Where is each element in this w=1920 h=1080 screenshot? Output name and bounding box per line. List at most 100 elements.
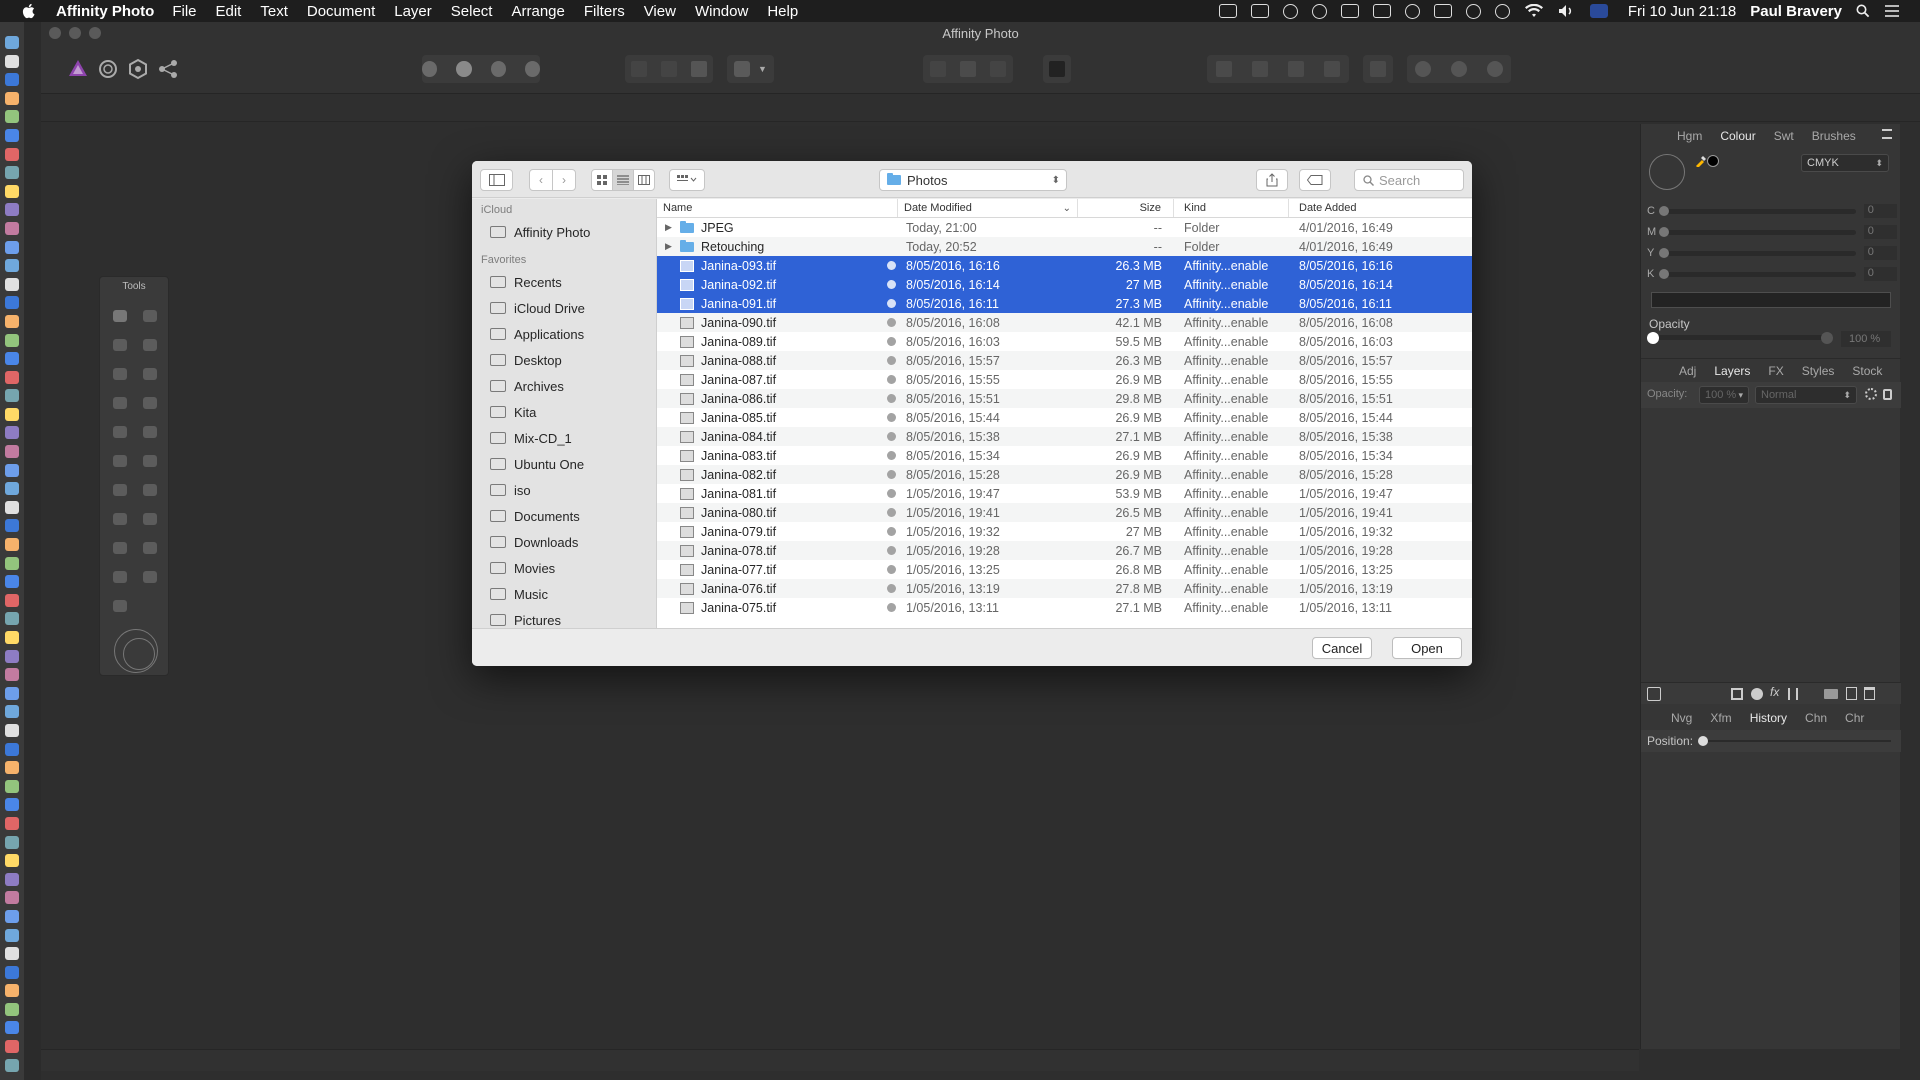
dock-app-icon[interactable] xyxy=(5,463,19,477)
dock-app-icon[interactable] xyxy=(5,761,19,775)
dodge-tool-icon[interactable] xyxy=(135,417,165,446)
dock-app-icon[interactable] xyxy=(5,928,19,942)
dock-app-icon[interactable] xyxy=(5,965,19,979)
opacity-slider-knob[interactable] xyxy=(1647,332,1659,344)
file-row[interactable]: ▶ JPEG Today, 21:00 -- Folder 4/01/2016, 16:4… xyxy=(657,218,1472,237)
dock-app-icon[interactable] xyxy=(5,128,19,142)
dock-app-icon[interactable] xyxy=(5,221,19,235)
dock-app-icon[interactable] xyxy=(5,723,19,737)
list-view-button[interactable] xyxy=(612,169,634,191)
align-icon[interactable] xyxy=(960,61,976,77)
dock-app-icon[interactable] xyxy=(5,73,19,87)
dock-app-icon[interactable] xyxy=(5,184,19,198)
file-row[interactable]: Janina-089.tif 8/05/2016, 16:03 59.5 MB Aff… xyxy=(657,332,1472,351)
flood-fill-tool-icon[interactable] xyxy=(105,388,135,417)
slider-track[interactable] xyxy=(1658,226,1856,237)
notification-center-icon[interactable] xyxy=(1884,4,1900,18)
file-row[interactable]: ▶ Retouching Today, 20:52 -- Folder 4/01/2016… xyxy=(657,237,1472,256)
dock-app-icon[interactable] xyxy=(5,370,19,384)
sidebar-item-favorite[interactable]: Kita xyxy=(472,399,656,425)
blend-mode-select[interactable]: Normal ⬍ xyxy=(1755,386,1857,404)
new-layer-icon[interactable] xyxy=(1846,687,1857,700)
dock-app-icon[interactable] xyxy=(5,612,19,626)
order-icon[interactable] xyxy=(1370,61,1386,77)
dock-app-icon[interactable] xyxy=(5,36,19,49)
gear-icon[interactable] xyxy=(1865,388,1877,400)
slider-track[interactable] xyxy=(1658,205,1856,216)
adjustment-icon[interactable] xyxy=(1751,688,1763,700)
tab-transform[interactable]: Xfm xyxy=(1710,711,1731,725)
file-row[interactable]: Janina-092.tif 8/05/2016, 16:14 27 MB Affin… xyxy=(657,275,1472,294)
tab-swatches[interactable]: Swt xyxy=(1774,129,1794,143)
dock-app-icon[interactable] xyxy=(5,538,19,552)
elliptical-marquee-tool-icon[interactable] xyxy=(135,359,165,388)
quick-mask-button[interactable]: ▼ xyxy=(727,55,774,83)
channel-value[interactable]: 0 xyxy=(1863,225,1897,239)
column-header-kind[interactable]: Kind xyxy=(1174,199,1289,217)
spotlight-icon[interactable] xyxy=(1856,4,1870,18)
column-header-name[interactable]: Name xyxy=(657,199,898,217)
lock-icon[interactable] xyxy=(1883,389,1892,400)
menu-select[interactable]: Select xyxy=(451,3,493,20)
forward-button[interactable]: › xyxy=(552,169,576,191)
dock-app-icon[interactable] xyxy=(5,426,19,440)
dock-app-icon[interactable] xyxy=(5,296,19,310)
dock-app-icon[interactable] xyxy=(5,277,19,291)
sidebar-item-favorite[interactable]: Ubuntu One xyxy=(472,451,656,477)
fx-icon[interactable]: fx xyxy=(1770,685,1779,699)
group-icon[interactable] xyxy=(1824,689,1838,699)
dock-app-icon[interactable] xyxy=(5,166,19,180)
clone-brush-tool-icon[interactable] xyxy=(105,475,135,504)
file-row[interactable]: Janina-076.tif 1/05/2016, 13:19 27.8 MB Aff… xyxy=(657,579,1472,598)
status-timemachine-icon[interactable] xyxy=(1465,3,1481,19)
table-tool-icon[interactable] xyxy=(135,562,165,591)
dock-app-icon[interactable] xyxy=(5,705,19,719)
dock-app-icon[interactable] xyxy=(5,1040,19,1054)
panel-menu-icon[interactable] xyxy=(1882,129,1892,139)
tab-layers[interactable]: Layers xyxy=(1714,364,1750,378)
disclosure-triangle-icon[interactable]: ▶ xyxy=(665,222,673,233)
menu-document[interactable]: Document xyxy=(307,3,375,20)
tab-channels[interactable]: Chn xyxy=(1805,711,1827,725)
slider-knob[interactable] xyxy=(1658,205,1669,216)
dock-app-icon[interactable] xyxy=(5,147,19,161)
icon-view-button[interactable] xyxy=(591,169,613,191)
slider-y[interactable]: Y0 xyxy=(1647,246,1897,260)
status-cloud-icon[interactable] xyxy=(1372,4,1391,18)
dock-app-icon[interactable] xyxy=(5,649,19,663)
arrange-menu-button[interactable] xyxy=(669,169,705,191)
quick-mask-icon[interactable] xyxy=(734,61,751,77)
eyedropper-icon[interactable] xyxy=(1695,154,1707,168)
dock-app-icon[interactable] xyxy=(5,686,19,700)
sidebar-item-favorite[interactable]: Music xyxy=(472,581,656,607)
sidebar-item-favorite[interactable]: Downloads xyxy=(472,529,656,555)
view-tool-icon[interactable] xyxy=(105,301,135,330)
share-button[interactable] xyxy=(1256,169,1288,191)
file-row[interactable]: Janina-075.tif 1/05/2016, 13:11 27.1 MB Aff… xyxy=(657,598,1472,617)
volume-icon[interactable] xyxy=(1558,4,1576,18)
dock-app-icon[interactable] xyxy=(5,798,19,812)
channel-value[interactable]: 0 xyxy=(1863,246,1897,260)
file-row[interactable]: Janina-083.tif 8/05/2016, 15:34 26.9 MB Aff… xyxy=(657,446,1472,465)
move-tool-icon[interactable] xyxy=(135,301,165,330)
dock-app-icon[interactable] xyxy=(5,203,19,217)
history-slider-knob[interactable] xyxy=(1698,736,1708,746)
status-globe-icon[interactable] xyxy=(1404,3,1420,19)
dock-app-icon[interactable] xyxy=(5,91,19,105)
layers-opacity-select[interactable]: 100 % ▾ xyxy=(1699,386,1749,404)
column-header-date-added[interactable]: Date Added xyxy=(1289,199,1472,217)
column-header-date-modified[interactable]: Date Modified ⌄ xyxy=(898,199,1078,217)
arrange-buttons[interactable] xyxy=(1207,55,1349,83)
arrange-backward-icon[interactable] xyxy=(1252,61,1268,77)
tab-adjustments[interactable]: Adj xyxy=(1679,364,1696,378)
slider-knob[interactable] xyxy=(1658,268,1669,279)
trash-icon[interactable] xyxy=(1864,687,1875,700)
apple-logo-icon[interactable] xyxy=(20,2,38,20)
colour-icon[interactable] xyxy=(524,61,540,77)
sharpen-tool-icon[interactable] xyxy=(105,504,135,533)
fill-colour-swatch[interactable] xyxy=(1707,155,1719,167)
tab-colour[interactable]: Colour xyxy=(1720,129,1755,143)
select-add-icon[interactable] xyxy=(661,61,677,77)
transform-icon[interactable] xyxy=(990,61,1006,77)
sidebar-item-favorite[interactable]: Pictures xyxy=(472,607,656,628)
